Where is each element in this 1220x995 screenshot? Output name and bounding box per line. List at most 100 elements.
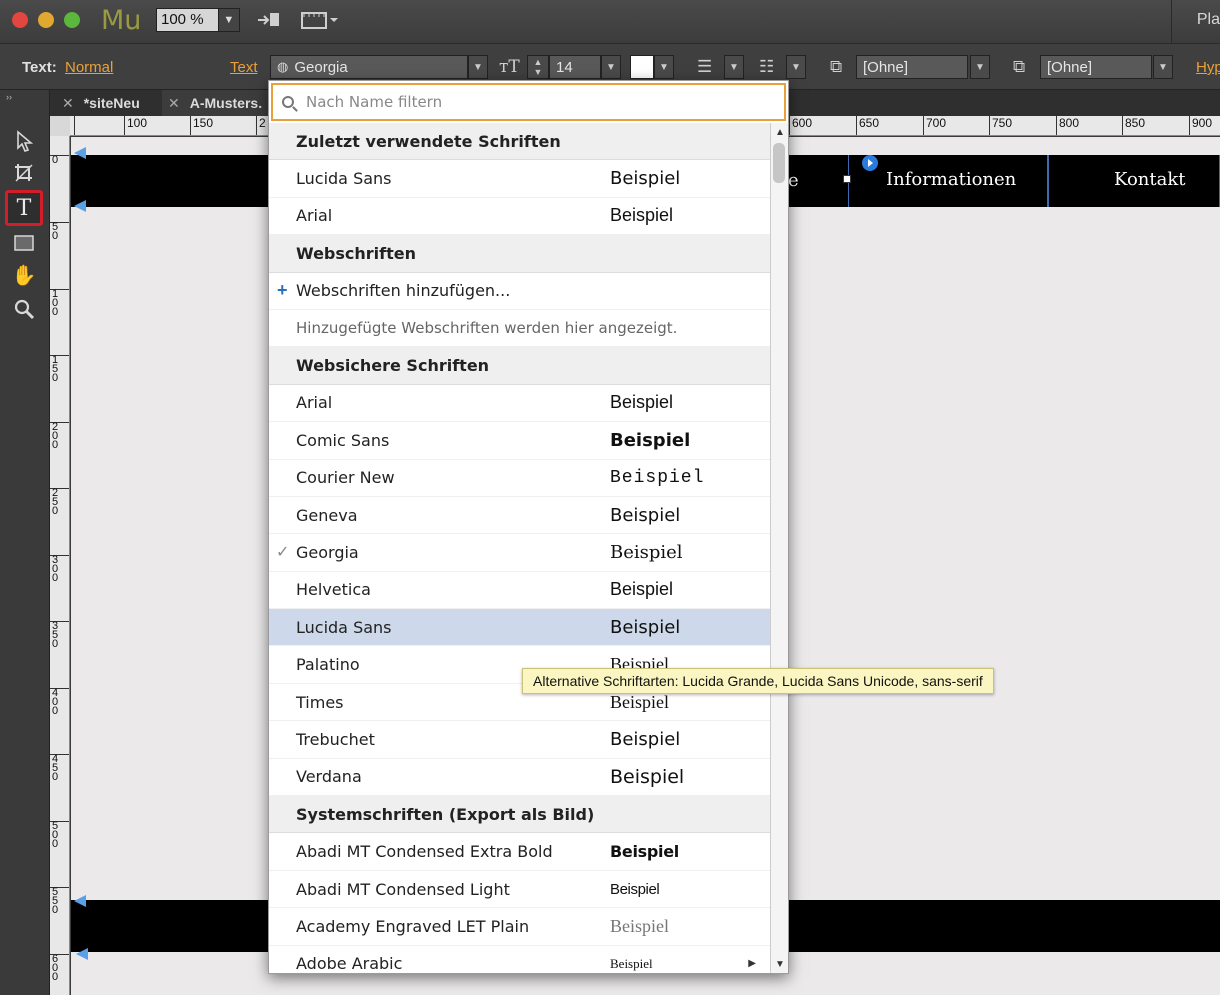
font-item[interactable]: Adobe Arabic Beispiel ▶ [269, 946, 770, 973]
font-search-input[interactable] [306, 93, 766, 111]
font-item[interactable]: Abadi MT Condensed Extra Bold Beispiel [269, 833, 770, 871]
section-title: Websichere Schriften [296, 356, 490, 376]
chevron-down-icon[interactable]: ▼ [217, 9, 239, 31]
globe-icon: ◍ [277, 59, 289, 74]
ruler-tick: 800 [1056, 116, 1079, 135]
webfonts-note: Hinzugefügte Webschriften werden hier an… [269, 310, 770, 348]
selection-tool-icon[interactable] [6, 126, 42, 156]
font-name: Lucida Sans [296, 617, 392, 637]
font-name: Palatino [296, 655, 360, 675]
font-item[interactable]: Geneva Beispiel [269, 497, 770, 535]
numbered-list-icon[interactable]: ☷ [759, 57, 774, 77]
zoom-select[interactable]: 100 % ▼ [156, 8, 240, 32]
font-family-field[interactable]: ◍ Georgia [270, 55, 468, 79]
chevron-down-icon[interactable]: ▼ [970, 55, 990, 79]
tab-label: *siteNeu [83, 95, 140, 111]
font-item[interactable]: Arial Beispiel [269, 385, 770, 423]
section-title: Systemschriften (Export als Bild) [296, 804, 595, 824]
text-tool-icon[interactable]: T [5, 190, 43, 226]
zoom-window-button[interactable] [64, 12, 80, 28]
font-item[interactable]: Trebuchet Beispiel [269, 721, 770, 759]
text-style-link[interactable]: Normal [65, 59, 113, 76]
ruler-tick: 900 [1189, 116, 1212, 135]
crop-tool-icon[interactable] [6, 158, 42, 188]
font-dropdown: Zuletzt verwendete Schriften Lucida Sans… [268, 80, 789, 974]
chevron-down-icon[interactable]: ▼ [468, 55, 488, 79]
search-icon [282, 96, 294, 108]
muse-window: Mu 100 % ▼ Pla Text: Normal Text ◍ Georg… [0, 0, 1220, 995]
tab-a-muster[interactable]: ✕ A-Musters. [162, 90, 270, 116]
font-item[interactable]: ✓ Georgia Beispiel [269, 534, 770, 572]
font-item[interactable]: Abadi MT Condensed Light Beispiel [269, 871, 770, 909]
font-item[interactable]: Comic Sans Beispiel [269, 422, 770, 460]
chevron-down-icon[interactable]: ▼ [654, 55, 674, 79]
font-name: Helvetica [296, 580, 371, 600]
scroll-up-icon[interactable]: ▲ [771, 123, 789, 141]
preview-menu-icon[interactable] [301, 10, 339, 35]
add-webfonts-item[interactable]: + Webschriften hinzufügen... [269, 273, 770, 310]
size-stepper[interactable]: ▲ ▼ [527, 55, 549, 79]
font-name: Academy Engraved LET Plain [296, 916, 530, 936]
section-header-recent: Zuletzt verwendete Schriften [269, 123, 770, 161]
font-name: Geneva [296, 505, 358, 525]
font-sample: Beispiel [610, 579, 674, 600]
font-item-highlighted[interactable]: Lucida Sans Beispiel [269, 609, 770, 647]
close-icon[interactable]: ✕ [62, 95, 74, 112]
character-style-field[interactable]: [Ohne] [1040, 55, 1152, 79]
hand-tool-icon[interactable]: ✋ [6, 260, 42, 290]
text-color-swatch[interactable] [630, 55, 654, 79]
ruler-tick: 150 [190, 116, 213, 135]
close-window-button[interactable] [12, 12, 28, 28]
text-panel-link[interactable]: Text [230, 59, 258, 76]
chevron-down-icon[interactable]: ▼ [724, 55, 744, 79]
zoom-tool-icon[interactable] [6, 294, 42, 324]
ruler-tick: 0 [50, 155, 69, 166]
vertical-ruler[interactable]: 0 5 0 1 0 0 1 5 0 2 0 0 2 5 0 3 0 0 3 5 … [50, 136, 70, 995]
tab-siteneu[interactable]: ✕ *siteNeu [62, 90, 160, 116]
hyperlinks-link[interactable]: Hyp [1196, 59, 1220, 76]
scroll-down-icon[interactable]: ▼ [771, 955, 789, 973]
font-sample: Beispiel [610, 429, 691, 451]
paragraph-style-field[interactable]: [Ohne] [856, 55, 968, 79]
chevron-down-icon[interactable]: ▼ [1153, 55, 1173, 79]
nav-item-kontakt[interactable]: Kontakt [1114, 169, 1186, 190]
font-search[interactable] [271, 83, 786, 121]
plan-mode-label[interactable]: Pla [1197, 11, 1220, 29]
font-size-field[interactable]: 14 [549, 55, 601, 79]
nav-item-fragment[interactable]: e [788, 170, 799, 191]
font-item[interactable]: Helvetica Beispiel [269, 572, 770, 610]
font-item[interactable]: Lucida Sans Beispiel [269, 160, 770, 198]
minimize-window-button[interactable] [38, 12, 54, 28]
paragraph-style-icon: ⧉ [830, 57, 843, 76]
title-separator [1171, 0, 1172, 44]
font-name: Comic Sans [296, 430, 390, 450]
font-list-scrollbar[interactable]: ▲ ▼ [770, 123, 788, 973]
play-icon[interactable] [862, 155, 878, 171]
app-logo: Mu [101, 5, 142, 36]
font-sample: Beispiel [610, 955, 653, 971]
font-sample: Beispiel [610, 915, 669, 936]
font-sample: Beispiel [610, 205, 674, 226]
font-item[interactable]: Courier New Beispiel [269, 460, 770, 497]
font-size-value: 14 [556, 58, 573, 76]
font-item[interactable]: Academy Engraved LET Plain Beispiel [269, 908, 770, 946]
selection-handle[interactable] [843, 175, 851, 183]
add-webfonts-label: Webschriften hinzufügen... [296, 281, 511, 301]
chevron-right-icon[interactable]: ▶ [748, 958, 756, 969]
text-tool-label: Text: [22, 59, 57, 76]
place-file-icon[interactable] [256, 10, 282, 35]
font-item[interactable]: Arial Beispiel [269, 198, 770, 236]
checkmark-icon: ✓ [276, 544, 290, 562]
expand-toolbox-icon[interactable]: ›› [6, 92, 12, 102]
font-sample: Beispiel [610, 765, 685, 788]
font-item[interactable]: Verdana Beispiel [269, 759, 770, 797]
bullet-list-icon[interactable]: ☰ [697, 57, 712, 77]
scroll-thumb[interactable] [773, 143, 785, 183]
rectangle-tool-icon[interactable] [6, 228, 42, 258]
chevron-down-icon[interactable]: ▼ [786, 55, 806, 79]
font-sample: Beispiel [610, 541, 683, 563]
chevron-down-icon[interactable]: ▼ [601, 55, 621, 79]
close-icon[interactable]: ✕ [168, 95, 180, 112]
nav-item-informationen[interactable]: Informationen [886, 169, 1016, 190]
font-name: Trebuchet [296, 729, 375, 749]
